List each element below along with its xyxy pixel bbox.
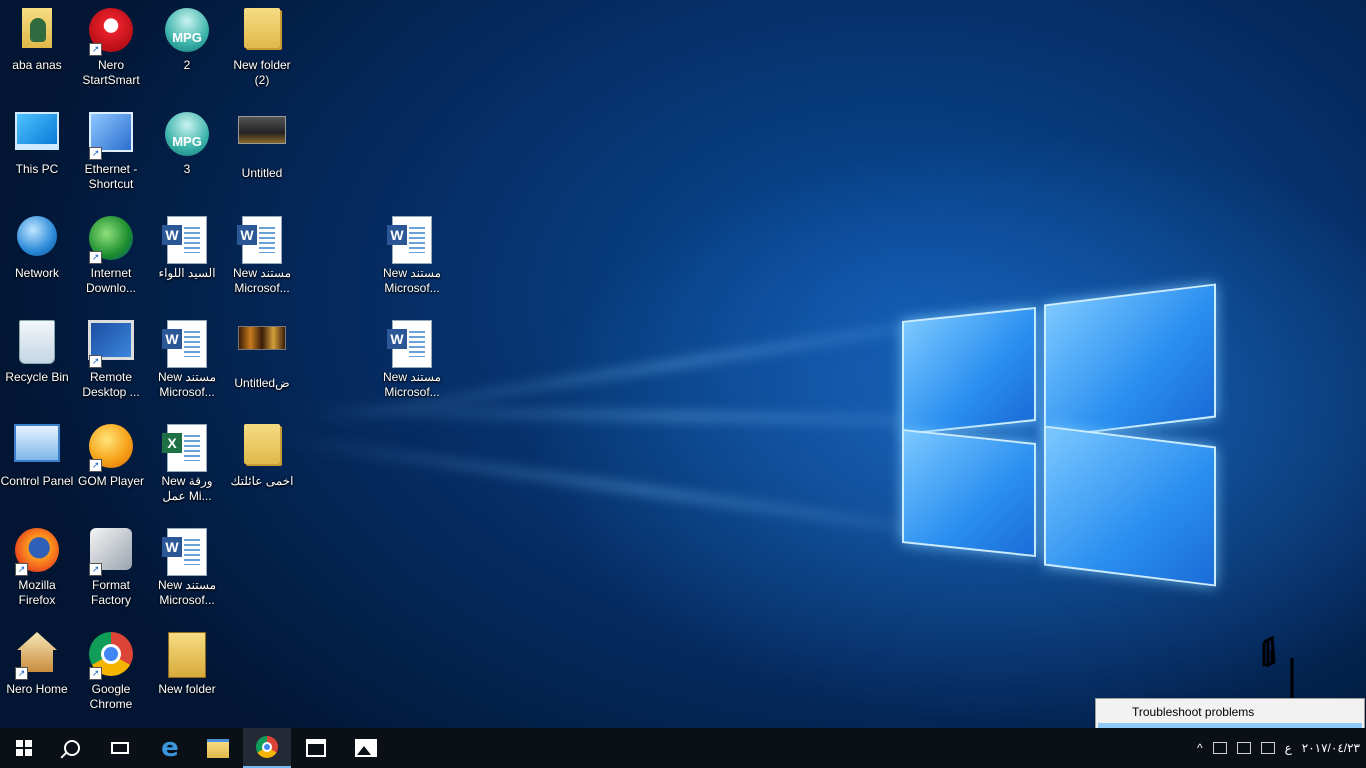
task-view-button[interactable] bbox=[96, 728, 144, 768]
desktop-icon-ethernet-shortcut[interactable]: ↗ Ethernet - Shortcut bbox=[74, 104, 148, 192]
chrome-taskbar-button[interactable] bbox=[243, 728, 291, 768]
edge-taskbar-button[interactable]: e bbox=[146, 728, 194, 768]
nero-icon: ↗ bbox=[87, 8, 135, 56]
search-icon bbox=[64, 740, 80, 756]
desktop-icon-new-folder[interactable]: New folder bbox=[150, 624, 224, 697]
desktop-icon-2[interactable]: MPG 2 bbox=[150, 0, 224, 73]
store-taskbar-button[interactable] bbox=[292, 728, 340, 768]
word-document-icon bbox=[237, 216, 286, 264]
shortcut-arrow-icon: ↗ bbox=[89, 147, 102, 160]
show-hidden-icons-chevron-icon[interactable]: ^ bbox=[1197, 741, 1203, 755]
desktop-icon-this-pc[interactable]: This PC bbox=[0, 104, 74, 177]
desktop-icon-aba-anas[interactable]: aba anas bbox=[0, 0, 74, 73]
mpg-video-icon: MPG bbox=[163, 112, 211, 160]
tray-date: ٢٠١٧/٠٤/٢٣ bbox=[1301, 740, 1360, 755]
word-document-icon bbox=[387, 320, 436, 368]
desktop-icon-folder-arabic[interactable]: اخمى عائلتك bbox=[225, 416, 299, 489]
photos-taskbar-button[interactable] bbox=[342, 728, 390, 768]
shortcut-arrow-icon: ↗ bbox=[15, 667, 28, 680]
desktop-icon-word-doc[interactable]: New مستند Microsof... bbox=[375, 208, 449, 296]
menu-item-troubleshoot-problems[interactable]: Troubleshoot problems bbox=[1098, 701, 1362, 723]
volume-icon[interactable] bbox=[1236, 742, 1251, 754]
word-document-icon bbox=[162, 216, 211, 264]
start-button[interactable] bbox=[0, 728, 48, 768]
shortcut-arrow-icon: ↗ bbox=[15, 563, 28, 576]
desktop-icon-untitled-2[interactable]: Untitledض bbox=[225, 312, 299, 391]
excel-document-icon bbox=[162, 424, 211, 472]
windows-logo-pane bbox=[902, 428, 1036, 558]
desktop-icon-network[interactable]: Network bbox=[0, 208, 74, 281]
windows-logo-pane bbox=[1044, 283, 1216, 439]
mpg-video-icon: MPG bbox=[163, 8, 211, 56]
desktop-icon-word-doc[interactable]: New مستند Microsof... bbox=[150, 520, 224, 608]
user-folder-icon bbox=[13, 8, 61, 56]
desktop-icon-remote-desktop[interactable]: ↗ Remote Desktop ... bbox=[74, 312, 148, 400]
image-icon bbox=[238, 116, 286, 164]
word-document-icon bbox=[162, 528, 211, 576]
computer-icon bbox=[13, 112, 61, 160]
remote-desktop-icon: ↗ bbox=[87, 320, 135, 368]
search-button[interactable] bbox=[48, 728, 96, 768]
gom-player-icon: ↗ bbox=[87, 424, 135, 472]
store-icon bbox=[306, 739, 326, 757]
ethernet-icon: ↗ bbox=[87, 112, 135, 160]
network-icon[interactable] bbox=[1212, 742, 1227, 754]
desktop-icon-word-doc[interactable]: New مستند Microsof... bbox=[150, 312, 224, 400]
word-document-icon bbox=[387, 216, 436, 264]
desktop-icon-nero-home[interactable]: ↗ Nero Home bbox=[0, 624, 74, 697]
desktop-icon-format-factory[interactable]: ↗ Format Factory bbox=[74, 520, 148, 608]
windows-logo-pane bbox=[1044, 425, 1216, 587]
desktop-icon-mozilla-firefox[interactable]: ↗ Mozilla Firefox bbox=[0, 520, 74, 608]
clock-date[interactable]: ٢٠١٧/٠٤/٢٣ bbox=[1302, 741, 1360, 756]
windows-logo-pane bbox=[902, 306, 1036, 436]
folder-icon bbox=[238, 8, 286, 56]
edge-icon: e bbox=[161, 733, 179, 763]
nero-home-icon: ↗ bbox=[13, 632, 61, 680]
firefox-icon: ↗ bbox=[13, 528, 61, 576]
desktop-icon-google-chrome[interactable]: ↗ Google Chrome bbox=[74, 624, 148, 712]
desktop-icon-control-panel[interactable]: Control Panel bbox=[0, 416, 74, 489]
image-icon bbox=[238, 326, 286, 374]
word-document-icon bbox=[162, 320, 211, 368]
shortcut-arrow-icon: ↗ bbox=[89, 667, 102, 680]
folder-icon bbox=[163, 632, 211, 680]
desktop-icon-word-doc[interactable]: New مستند Microsof... bbox=[225, 208, 299, 296]
desktop-icon-word-doc[interactable]: New مستند Microsof... bbox=[375, 312, 449, 400]
recycle-bin-icon bbox=[13, 320, 61, 368]
desktop-icon-internet-download-manager[interactable]: ↗ Internet Downlo... bbox=[74, 208, 148, 296]
desktop-icon-untitled[interactable]: Untitled bbox=[225, 104, 299, 181]
desktop-icon-nero-startsmart[interactable]: ↗ Nero StartSmart bbox=[74, 0, 148, 88]
input-language-indicator[interactable]: ع bbox=[1285, 741, 1292, 755]
chrome-icon: ↗ bbox=[87, 632, 135, 680]
system-tray: ^ ع ٢٠١٧/٠٤/٢٣ bbox=[1197, 728, 1360, 768]
desktop-icon-word-doc[interactable]: السيد اللواء bbox=[150, 208, 224, 281]
desktop-icon-new-folder-2[interactable]: New folder (2) bbox=[225, 0, 299, 88]
chrome-icon bbox=[256, 736, 278, 758]
network-globe-icon bbox=[13, 216, 61, 264]
desktop-icon-gom-player[interactable]: ↗ GOM Player bbox=[74, 416, 148, 489]
shortcut-arrow-icon: ↗ bbox=[89, 355, 102, 368]
format-factory-icon: ↗ bbox=[87, 528, 135, 576]
desktop-icon-excel-doc[interactable]: New ورقة عمل Mi... bbox=[150, 416, 224, 504]
action-center-icon[interactable] bbox=[1260, 742, 1275, 754]
desktop-icon-3[interactable]: MPG 3 bbox=[150, 104, 224, 177]
shortcut-arrow-icon: ↗ bbox=[89, 251, 102, 264]
photos-icon bbox=[355, 739, 377, 757]
taskbar: e ^ ع ٢٠١٧/٠٤/٢٣ bbox=[0, 728, 1366, 768]
shortcut-arrow-icon: ↗ bbox=[89, 459, 102, 472]
task-view-icon bbox=[111, 742, 129, 754]
folder-icon bbox=[238, 424, 286, 472]
shortcut-arrow-icon: ↗ bbox=[89, 43, 102, 56]
folder-icon bbox=[207, 738, 229, 758]
file-explorer-taskbar-button[interactable] bbox=[194, 728, 242, 768]
control-panel-icon bbox=[13, 424, 61, 472]
windows-logo-icon bbox=[16, 740, 32, 756]
idm-icon: ↗ bbox=[87, 216, 135, 264]
desktop-icon-recycle-bin[interactable]: Recycle Bin bbox=[0, 312, 74, 385]
shortcut-arrow-icon: ↗ bbox=[89, 563, 102, 576]
